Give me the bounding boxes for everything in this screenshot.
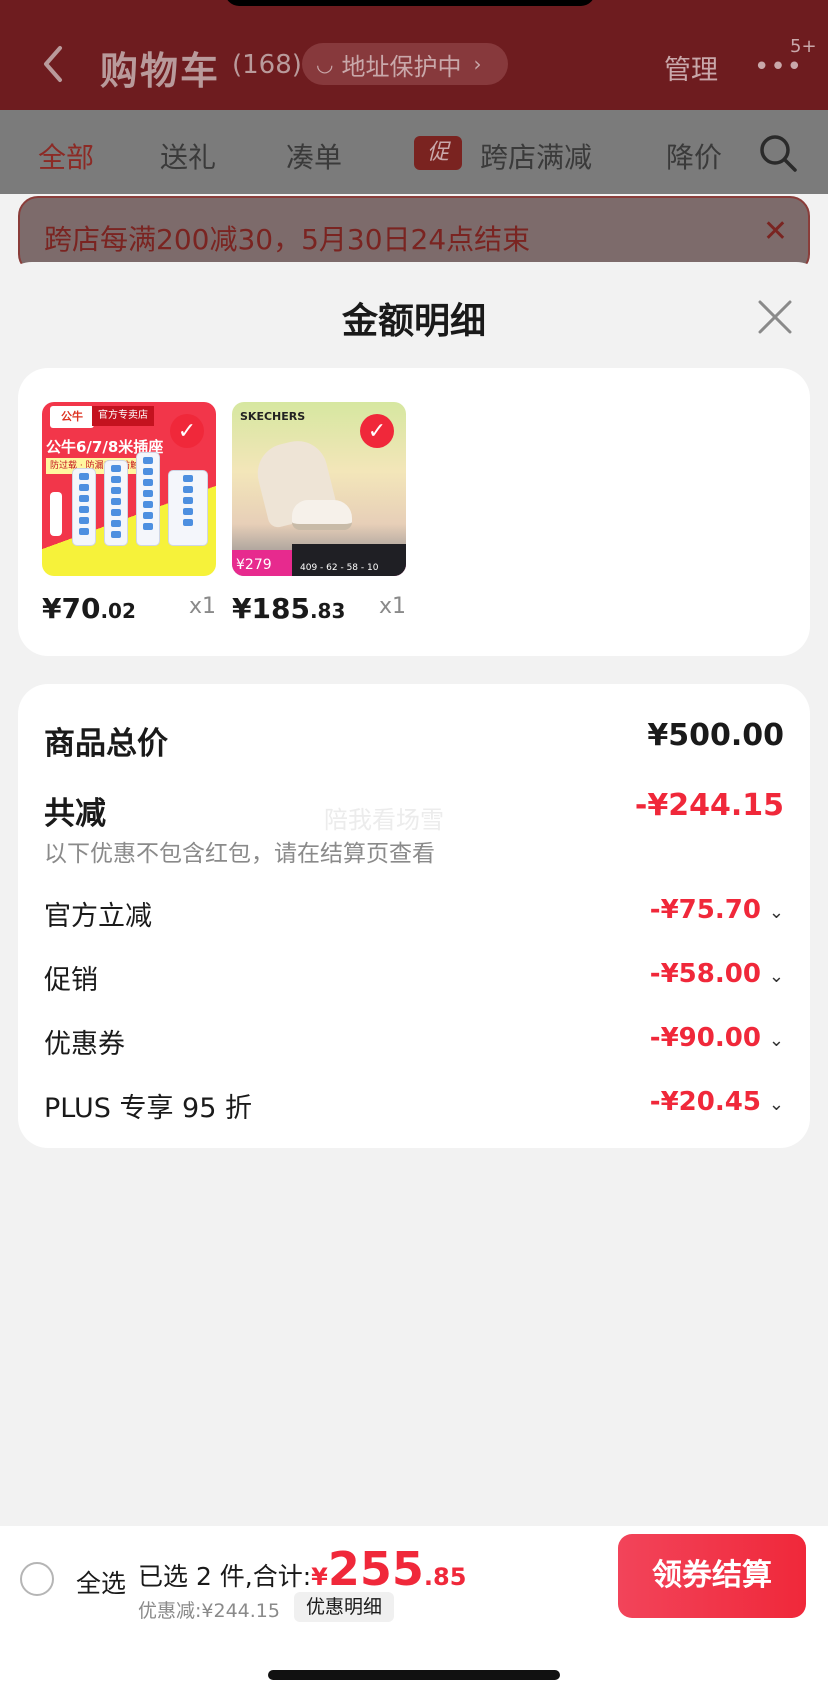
power-strip-graphic <box>136 452 160 546</box>
home-indicator[interactable] <box>268 1670 560 1680</box>
tab-cross-store[interactable]: 跨店满减 <box>480 136 592 176</box>
total-reduction-value: -¥244.15 <box>634 788 784 823</box>
plug-graphic <box>50 492 62 536</box>
discount-row-promotion[interactable]: -¥58.00 ⌄ <box>650 959 784 989</box>
chevron-down-icon: ⌄ <box>768 1094 784 1115</box>
notification-badge: 5+ <box>790 36 817 57</box>
price-breakdown-card: 商品总价 ¥500.00 陪我看场雪 共减 -¥244.15 以下优惠不包含红包… <box>18 684 810 1148</box>
selected-summary: 已选 2 件,合计:¥255.85 <box>138 1542 467 1596</box>
safe-area <box>0 1626 828 1699</box>
total-reduction-label: 共减 <box>44 796 106 832</box>
product-item[interactable]: SKECHERS ¥279 409 - 62 - 58 - 10 ✓ ¥185.… <box>232 402 406 625</box>
manage-button[interactable]: 管理 <box>664 48 718 87</box>
product-image: SKECHERS ¥279 409 - 62 - 58 - 10 ✓ <box>232 402 406 576</box>
app-root: 购物车 (168) ◡ 地址保护中 › 管理 ••• 5+ 全部 送礼 凑单 促… <box>0 0 828 1699</box>
brand-logo: SKECHERS <box>240 410 306 423</box>
cart-header: 购物车 (168) ◡ 地址保护中 › 管理 ••• 5+ <box>0 0 828 110</box>
select-all-radio[interactable] <box>20 1562 54 1596</box>
power-strip-graphic <box>104 460 128 546</box>
total-price-value: ¥500.00 <box>647 718 784 753</box>
checkout-bar: 全选 已选 2 件,合计:¥255.85 优惠减:¥244.15 优惠明细 领券… <box>0 1526 828 1626</box>
shield-icon: ◡ <box>316 52 334 76</box>
promo-notice-text: 跨店每满200减30，5月30日24点结束 <box>44 223 531 256</box>
brand-logo: 公牛 <box>50 406 94 428</box>
product-quantity: x1 <box>378 594 406 619</box>
search-icon[interactable] <box>758 133 798 173</box>
product-price: ¥185.83 <box>232 592 346 625</box>
tab-all[interactable]: 全部 <box>38 136 94 176</box>
discount-label-plus: PLUS 专享 95 折 <box>44 1093 252 1124</box>
discount-row-coupon[interactable]: -¥90.00 ⌄ <box>650 1023 784 1053</box>
tab-price-drop[interactable]: 降价 <box>666 136 722 176</box>
power-strip-graphic <box>72 468 96 546</box>
shoe-graphic <box>292 500 352 530</box>
discount-label-official: 官方立减 <box>44 901 152 932</box>
sheet-title: 金额明细 <box>341 301 486 342</box>
chevron-down-icon: ⌄ <box>768 966 784 987</box>
checkout-button[interactable]: 领券结算 <box>618 1534 806 1618</box>
close-icon[interactable]: ✕ <box>763 214 788 249</box>
store-tag: 官方专卖店 <box>92 406 154 426</box>
discount-label-coupon: 优惠券 <box>44 1029 125 1060</box>
product-quantity: x1 <box>188 594 216 619</box>
select-all-label[interactable]: 全选 <box>76 1564 126 1600</box>
promo-tag: 促 <box>414 136 462 170</box>
back-arrow-icon[interactable] <box>40 44 66 84</box>
image-price-tag: ¥279 <box>236 557 272 573</box>
watermark: 陪我看场雪 <box>324 806 444 834</box>
product-image: 公牛 官方专卖店 公牛6/7/8米插座 防过载 · 防漏电 · 防触电 ✓ <box>42 402 216 576</box>
reduction-hint: 以下优惠不包含红包，请在结算页查看 <box>44 841 435 867</box>
device-notch <box>225 0 595 6</box>
chevron-right-icon: › <box>473 52 482 76</box>
address-protection-label: 地址保护中 <box>341 52 462 81</box>
saved-amount: 优惠减:¥244.15 <box>138 1600 280 1622</box>
promo-banner: 409 - 62 - 58 - 10 <box>292 544 406 576</box>
chevron-down-icon: ⌄ <box>768 1030 784 1051</box>
chevron-down-icon: ⌄ <box>768 902 784 923</box>
total-price-label: 商品总价 <box>44 726 168 762</box>
power-strip-graphic <box>168 470 208 546</box>
product-price: ¥70.02 <box>42 592 136 625</box>
close-icon[interactable] <box>756 298 794 336</box>
address-protection-pill[interactable]: ◡ 地址保护中 › <box>302 43 508 85</box>
page-title: 购物车 <box>100 49 221 93</box>
selected-products-card: 公牛 官方专卖店 公牛6/7/8米插座 防过载 · 防漏电 · 防触电 ✓ ¥7… <box>18 368 810 656</box>
discount-label-promotion: 促销 <box>44 965 98 996</box>
cart-count: (168) <box>232 50 302 80</box>
checkmark-icon[interactable]: ✓ <box>360 414 394 448</box>
tab-bundle[interactable]: 凑单 <box>286 136 342 176</box>
amount-detail-sheet: 金额明细 公牛 官方专卖店 公牛6/7/8米插座 防过载 · 防漏电 · 防触电… <box>0 262 828 1699</box>
product-item[interactable]: 公牛 官方专卖店 公牛6/7/8米插座 防过载 · 防漏电 · 防触电 ✓ ¥7… <box>42 402 216 625</box>
discount-row-plus[interactable]: -¥20.45 ⌄ <box>650 1087 784 1117</box>
tab-gift[interactable]: 送礼 <box>160 136 216 176</box>
checkmark-icon[interactable]: ✓ <box>170 414 204 448</box>
discount-detail-button[interactable]: 优惠明细 <box>294 1592 395 1622</box>
discount-row-official[interactable]: -¥75.70 ⌄ <box>650 895 784 925</box>
